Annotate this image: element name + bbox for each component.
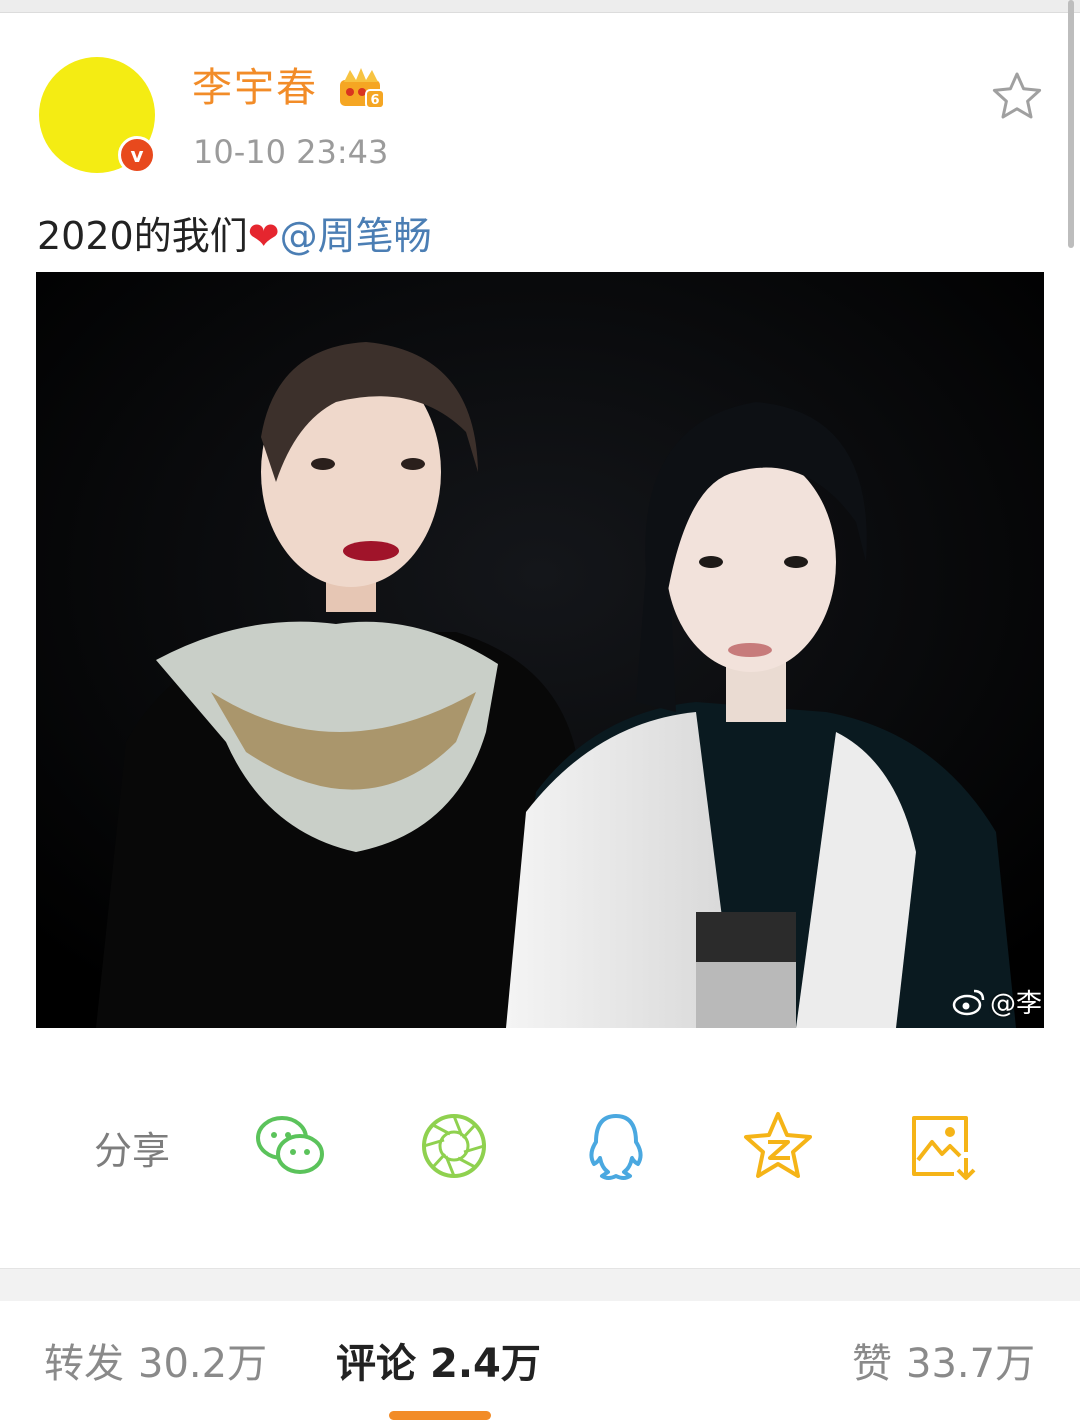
share-label: 分享 [94, 1129, 171, 1173]
qq-icon[interactable] [578, 1108, 654, 1184]
favorite-star-icon[interactable] [990, 70, 1044, 122]
verified-badge-icon: v [118, 136, 156, 174]
wechat-icon[interactable] [252, 1108, 328, 1184]
tab-like[interactable]: 赞 33.7万 [852, 1338, 1035, 1390]
post-timestamp: 10-10 23:43 [193, 133, 389, 171]
weibo-logo-icon [952, 989, 985, 1015]
tab-repost[interactable]: 转发 30.2万 [44, 1338, 267, 1390]
active-tab-indicator [389, 1411, 491, 1420]
post-text: 2020的我们❤@周笔畅 [37, 210, 432, 262]
tab-comment-count: 2.4万 [430, 1341, 541, 1387]
qzone-icon[interactable] [740, 1108, 816, 1184]
section-divider [0, 1268, 1080, 1301]
watermark-text: @李 [989, 989, 1042, 1019]
vip-crown-icon: 6 [340, 68, 385, 109]
svg-text:6: 6 [370, 93, 379, 108]
tab-repost-count: 30.2万 [138, 1341, 268, 1387]
post-photo[interactable]: @李 [36, 272, 1044, 1028]
top-border [0, 0, 1080, 13]
scrollbar[interactable] [1068, 0, 1074, 248]
photo-scene [36, 272, 1044, 1028]
mention-link[interactable]: @周笔畅 [280, 214, 432, 258]
moments-icon[interactable] [416, 1108, 492, 1184]
photo-watermark: @李 [952, 983, 1042, 1020]
tab-comment[interactable]: 评论 2.4万 [336, 1338, 541, 1390]
tab-like-label: 赞 [852, 1341, 892, 1387]
author-name[interactable]: 李宇春 [192, 62, 318, 114]
tab-like-count: 33.7万 [906, 1341, 1036, 1387]
tab-comment-label: 评论 [336, 1341, 416, 1387]
post-text-body: 2020的我们 [37, 214, 248, 258]
save-image-icon[interactable] [904, 1108, 980, 1184]
share-row: 分享 [0, 1100, 1080, 1190]
tab-repost-label: 转发 [44, 1341, 124, 1387]
heart-emoji-icon: ❤ [247, 214, 280, 258]
